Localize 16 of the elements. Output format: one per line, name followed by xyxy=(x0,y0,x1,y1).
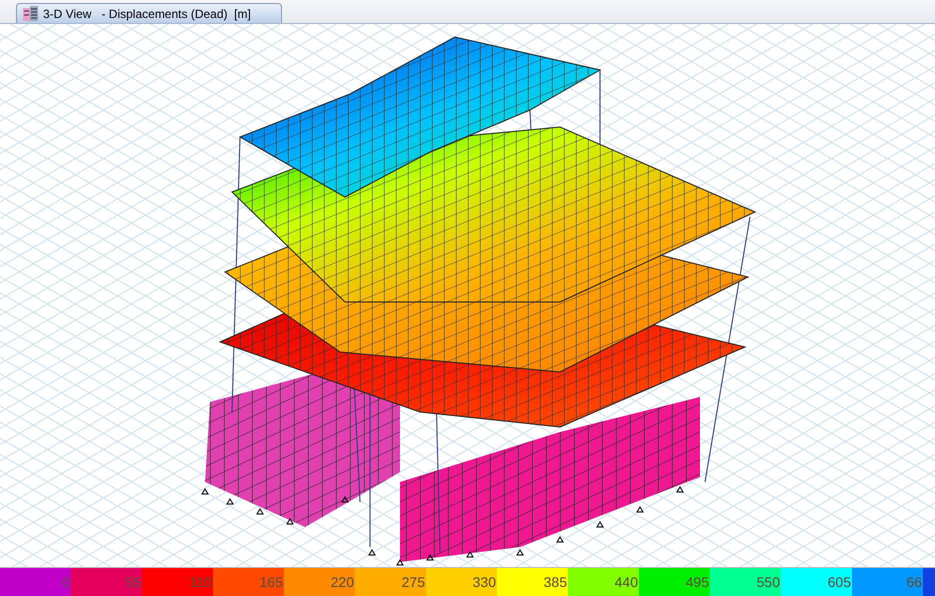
legend-value: 220 xyxy=(330,574,354,590)
tab-title: 3-D View - Displacements (Dead) [m] xyxy=(43,6,251,20)
legend-value: 495 xyxy=(686,574,709,590)
legend-value: 440 xyxy=(614,574,638,590)
building-icon xyxy=(23,6,39,21)
legend-value: 605 xyxy=(828,574,851,590)
legend-value: 385 xyxy=(544,574,567,590)
view-tab[interactable]: 3-D View - Displacements (Dead) [m] xyxy=(16,3,282,23)
legend-value: 55 xyxy=(125,574,141,590)
legend-value: 0 xyxy=(62,574,70,590)
legend-value: 66 xyxy=(906,574,922,590)
legend-value: 110 xyxy=(190,574,212,590)
legend-value: 330 xyxy=(472,574,496,590)
legend-value: 275 xyxy=(402,574,425,590)
legend-value: 165 xyxy=(260,574,283,590)
legend-value: 550 xyxy=(756,574,780,590)
